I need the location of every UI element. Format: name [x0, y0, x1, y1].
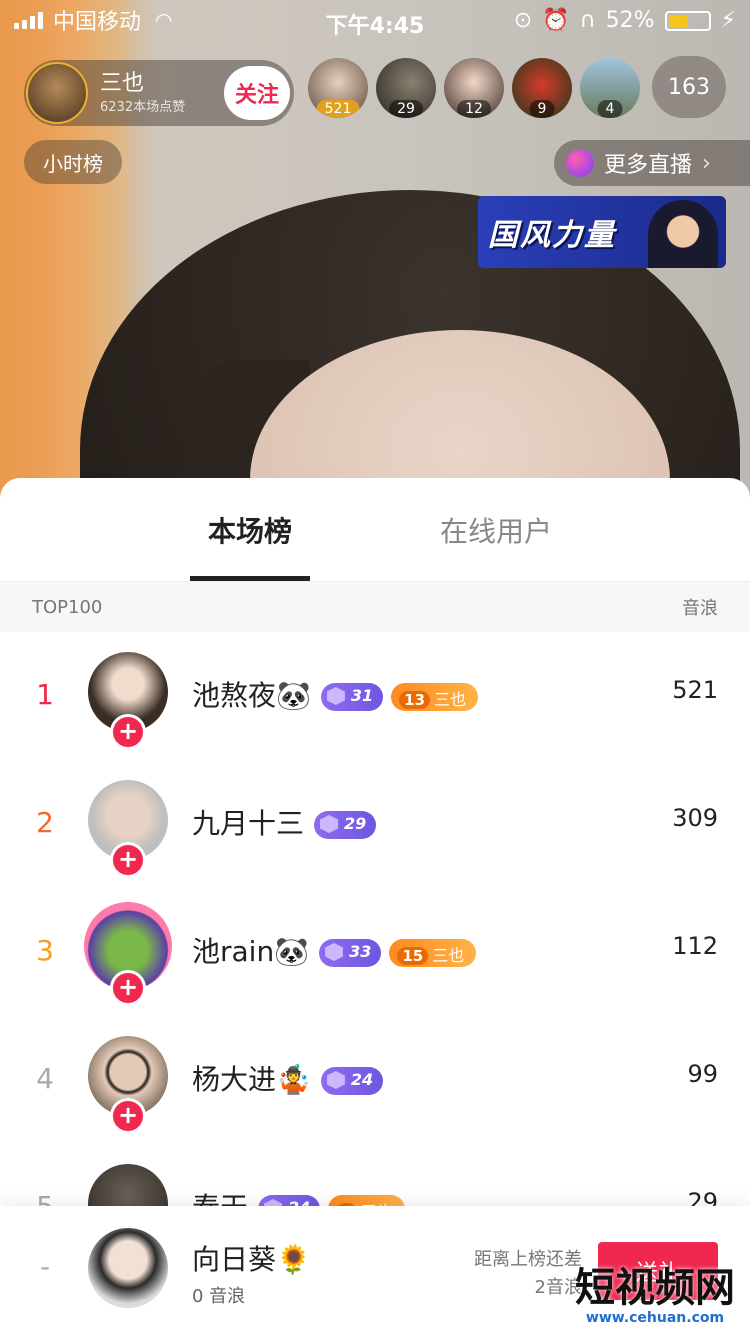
fan-badge: 15 三也 [389, 939, 477, 967]
tab-indicator [190, 576, 310, 581]
score: 521 [672, 676, 718, 704]
rank-number: 3 [36, 934, 54, 967]
score: 112 [672, 932, 718, 960]
fan-name: 三也 [434, 690, 467, 709]
rank-number: 2 [36, 806, 54, 839]
tab-bar: 本场榜 在线用户 [0, 478, 750, 582]
list-item[interactable]: 1 + 池熬夜🐼 31 13 三也 521 [0, 630, 750, 758]
tab-online-users[interactable]: 在线用户 [440, 510, 552, 550]
fan-level: 15 [397, 947, 429, 965]
top-viewer-avatar[interactable]: 29 [376, 58, 436, 118]
host-avatar[interactable] [26, 62, 88, 124]
promo-banner[interactable]: 国风力量 [478, 196, 726, 268]
viewer-count-badge: 29 [389, 100, 423, 118]
tab-this-session[interactable]: 本场榜 [190, 510, 310, 550]
my-rank: - [39, 1250, 51, 1283]
banner-text: 国风力量 [488, 218, 616, 253]
watermark-title: 短视频网 [575, 1265, 735, 1311]
my-score: 0 音浪 [192, 1286, 246, 1307]
site-watermark: 短视频网 www.cehuan.com [560, 1266, 750, 1334]
level-badge: 31 [320, 683, 384, 711]
top-viewer-avatar[interactable]: 9 [512, 58, 572, 118]
watermark-url: www.cehuan.com [585, 1310, 725, 1326]
user-name: 九月十三 [192, 807, 305, 840]
host-info[interactable]: 三也 6232本场点赞 关注 [24, 60, 294, 126]
my-name: 向日葵🌻 [192, 1243, 311, 1276]
fan-level: 13 [399, 691, 431, 709]
host-name: 三也 [100, 70, 145, 96]
user-name-line: 池熬夜🐼 31 13 三也 [192, 674, 479, 714]
my-avatar[interactable] [88, 1228, 168, 1308]
fan-badge: 13 三也 [391, 683, 479, 711]
user-name: 池熬夜🐼 [192, 679, 311, 712]
level-badge: 33 [319, 939, 382, 967]
score: 309 [672, 804, 718, 832]
rotation-lock-icon: ⊙ [513, 8, 533, 33]
viewer-count-badge: 12 [457, 100, 491, 118]
level-badge: 24 [320, 1067, 384, 1095]
host-likes: 6232本场点赞 [100, 99, 186, 115]
list-item[interactable]: 2 + 九月十三 29 309 [0, 758, 750, 886]
hour-rank-button[interactable]: 小时榜 [24, 140, 122, 184]
chevron-right-icon: › [702, 150, 711, 176]
charging-icon: ⚡ [720, 8, 736, 33]
battery-percent: 52% [605, 8, 655, 33]
planet-icon [566, 149, 594, 177]
viewer-count-badge: 9 [529, 100, 555, 118]
headphones-icon: ∩ [579, 8, 596, 33]
list-item[interactable]: 4 + 杨大进🤹 24 99 [0, 1014, 750, 1142]
status-bar: 中国移动 ◠ 下午4:45 ⊙ ⏰ ∩ 52% ⚡ [0, 0, 750, 40]
more-live-button[interactable]: 更多直播 › [554, 140, 750, 186]
more-live-label: 更多直播 [604, 153, 693, 178]
banner-character [648, 200, 718, 268]
score: 99 [687, 1060, 718, 1088]
follow-plus-icon[interactable]: + [110, 714, 146, 750]
list-header: TOP100 音浪 [0, 582, 750, 632]
top-viewer-avatar[interactable]: 12 [444, 58, 504, 118]
fan-name: 三也 [432, 946, 465, 965]
user-name: 杨大进🤹 [192, 1063, 311, 1096]
list-header-left: TOP100 [32, 596, 103, 618]
top-viewer-avatar[interactable]: 521 [308, 58, 368, 118]
battery-icon [664, 10, 711, 31]
viewer-total-button[interactable]: 163 [652, 56, 726, 118]
top-viewer-avatar[interactable]: 4 [580, 58, 640, 118]
user-name: 池rain🐼 [192, 935, 310, 968]
follow-button[interactable]: 关注 [224, 66, 290, 120]
follow-plus-icon[interactable]: + [110, 970, 146, 1006]
alarm-icon: ⏰ [542, 8, 570, 33]
user-name-line: 池rain🐼 33 15 三也 [192, 930, 477, 970]
user-name-line: 杨大进🤹 24 [192, 1058, 384, 1098]
rank-number: 1 [36, 678, 54, 711]
follow-plus-icon[interactable]: + [110, 842, 146, 878]
user-name-line: 九月十三 29 [192, 802, 377, 842]
level-badge: 29 [314, 811, 377, 839]
list-header-right: 音浪 [682, 598, 718, 619]
viewer-count-badge: 521 [316, 100, 360, 118]
rank-number: 4 [36, 1062, 54, 1095]
viewer-count-badge: 4 [597, 100, 623, 118]
list-item[interactable]: 3 + 池rain🐼 33 15 三也 112 [0, 886, 750, 1014]
follow-plus-icon[interactable]: + [110, 1098, 146, 1134]
